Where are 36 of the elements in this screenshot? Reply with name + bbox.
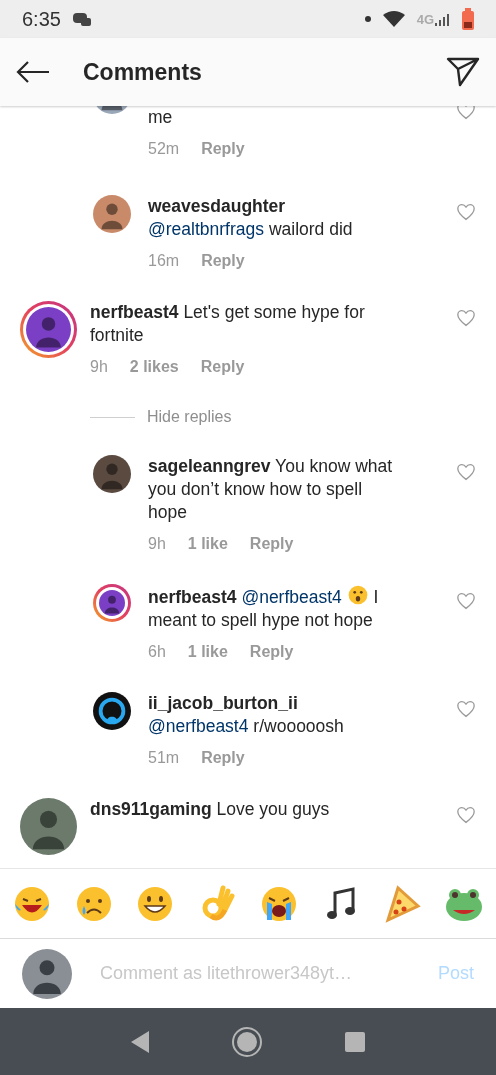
likes-link[interactable]: 2 likes xyxy=(129,355,179,379)
reply-link[interactable]: Reply xyxy=(249,532,294,556)
mention-link[interactable]: @realtbnrfrags xyxy=(148,219,264,239)
comment-text: me xyxy=(148,106,174,129)
reply-link[interactable]: Reply xyxy=(201,249,245,273)
username[interactable]: ii_jacob_burton_ii xyxy=(148,693,298,713)
comment-time: 52m xyxy=(148,139,180,159)
status-time: 6:35 xyxy=(22,7,61,32)
reply-link[interactable]: Reply xyxy=(249,640,294,664)
reply-link[interactable]: Reply xyxy=(200,355,245,379)
network-label: 4G xyxy=(416,13,434,26)
reply-link[interactable]: Reply xyxy=(201,746,245,770)
comment-text: nerfbeast4 Let's get some hype for fortnite xyxy=(90,301,366,347)
mention-link[interactable]: @nerfbeast4 xyxy=(241,587,342,607)
comment-text: dns911gaming Love you guys xyxy=(90,798,331,821)
comment-time: 9h xyxy=(148,534,166,554)
likes-link[interactable]: 1 like xyxy=(187,532,228,556)
hide-replies-button[interactable]: Hide replies xyxy=(147,405,232,429)
header-title: Comments xyxy=(83,57,203,87)
username[interactable]: nerfbeast4 xyxy=(90,302,179,322)
comment-time: 6h xyxy=(148,642,166,662)
likes-link[interactable]: 1 like xyxy=(187,640,228,664)
comment-time: 16m xyxy=(148,251,180,271)
username[interactable]: weavesdaughter xyxy=(148,196,286,216)
comment-time: 9h xyxy=(90,357,108,377)
reply-link[interactable]: Reply xyxy=(201,137,245,161)
comment-text: ii_jacob_burton_ii @nerfbeast4 r/wooooosh xyxy=(148,692,345,738)
username[interactable]: sageleanngrev xyxy=(148,456,271,476)
username[interactable]: nerfbeast4 xyxy=(148,587,237,607)
comment-text: nerfbeast4 @nerfbeast4 I meant to spell hype not hope xyxy=(148,584,403,632)
comment-text: weavesdaughter @realtbnrfrags wailord did xyxy=(148,195,354,241)
username[interactable]: dns911gaming xyxy=(90,799,212,819)
comment-time: 51m xyxy=(148,748,180,768)
comment-text: sageleanngrev You know what you don’t know how to spell hope xyxy=(148,455,394,524)
comment-field[interactable]: Comment as litethrower348yt… xyxy=(100,960,410,987)
mention-link[interactable]: @nerfbeast4 xyxy=(148,716,249,736)
